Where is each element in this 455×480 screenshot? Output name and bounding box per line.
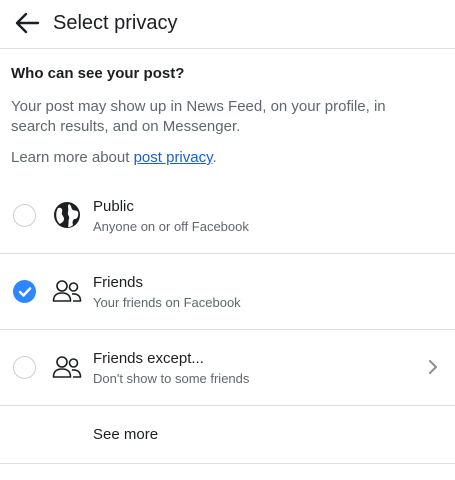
option-title: Friends except... [93,350,204,367]
back-button[interactable] [12,9,42,37]
see-more-button[interactable]: See more [0,406,455,464]
option-title: Public [93,198,134,215]
intro-heading: Who can see your post? [11,65,185,82]
privacy-option-public[interactable]: Public Anyone on or off Facebook [0,177,455,253]
post-privacy-link[interactable]: post privacy [134,149,213,166]
arrow-left-icon [15,12,40,34]
page-title: Select privacy [53,12,178,34]
radio-friends[interactable] [13,280,36,303]
intro-description: Your post may show up in News Feed, on y… [11,98,386,135]
option-subtitle: Don't show to some friends [93,371,250,386]
option-title: Friends [93,274,144,291]
privacy-option-friends[interactable]: Friends Your friends on Facebook [0,254,455,330]
see-more-label: See more [93,426,159,443]
friends-except-icon [51,352,83,384]
globe-icon [51,199,83,231]
privacy-intro: Who can see your post? Your post may sho… [11,64,447,168]
learn-more-suffix: . [212,149,217,166]
checkmark-icon [18,286,31,297]
learn-more-text: Learn more about post privacy. [11,148,447,168]
option-subtitle: Anyone on or off Facebook [93,219,249,234]
friends-icon [51,276,83,308]
privacy-option-friends-except[interactable]: Friends except... Don't show to some fri… [0,330,455,406]
option-subtitle: Your friends on Facebook [93,295,241,310]
learn-more-prefix: Learn more about [11,149,134,166]
radio-public[interactable] [13,204,36,227]
bottom-divider [0,463,455,464]
header-divider [0,48,455,49]
chevron-right-icon[interactable] [426,358,440,376]
header-bar: Select privacy [0,0,455,47]
radio-friends-except[interactable] [13,356,36,379]
